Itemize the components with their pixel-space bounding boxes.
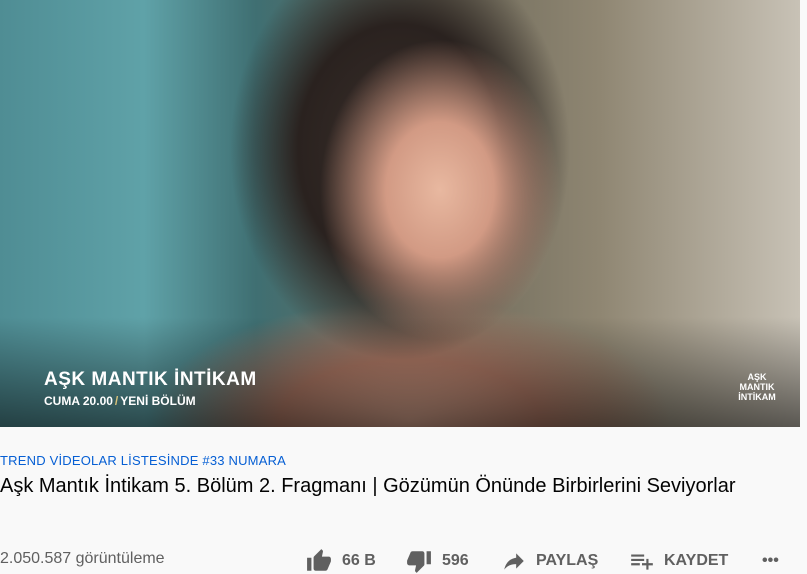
- dislike-count: 596: [442, 552, 469, 569]
- playlist-add-icon: [628, 548, 656, 574]
- video-overlay-title: AŞK MANTIK İNTİKAM CUMA 20.00/YENİ BÖLÜM: [44, 369, 257, 408]
- dislike-button[interactable]: 596: [404, 548, 469, 574]
- video-title: Aşk Mantık İntikam 5. Bölüm 2. Fragmanı …: [0, 475, 736, 497]
- new-episode-label: YENİ BÖLÜM: [120, 394, 196, 408]
- trending-link[interactable]: TREND VİDEOLAR LİSTESİNDE #33 NUMARA: [0, 453, 286, 468]
- share-arrow-icon: [500, 548, 528, 574]
- like-button[interactable]: 66 B: [304, 548, 376, 574]
- air-time-overlay: CUMA 20.00/YENİ BÖLÜM: [44, 394, 257, 408]
- separator: /: [114, 394, 119, 408]
- more-actions-button[interactable]: •••: [762, 548, 779, 574]
- more-icon: •••: [762, 552, 779, 569]
- show-title-overlay: AŞK MANTIK İNTİKAM: [44, 369, 257, 390]
- share-button[interactable]: PAYLAŞ: [500, 548, 598, 574]
- video-player[interactable]: AŞK MANTIK İNTİKAM CUMA 20.00/YENİ BÖLÜM…: [0, 0, 800, 427]
- thumbs-down-icon: [404, 548, 434, 574]
- channel-logo-watermark: AŞK MANTIK İNTİKAM: [738, 372, 776, 402]
- thumbs-up-icon: [304, 548, 334, 574]
- save-button[interactable]: KAYDET: [628, 548, 728, 574]
- view-count: 2.050.587 görüntüleme: [0, 550, 165, 567]
- air-day: CUMA 20.00: [44, 394, 113, 408]
- video-meta-row: 2.050.587 görüntüleme 66 B 596 PAYLAŞ KA…: [0, 548, 807, 574]
- like-count: 66 B: [342, 552, 376, 569]
- save-label: KAYDET: [664, 552, 729, 569]
- share-label: PAYLAŞ: [536, 552, 599, 569]
